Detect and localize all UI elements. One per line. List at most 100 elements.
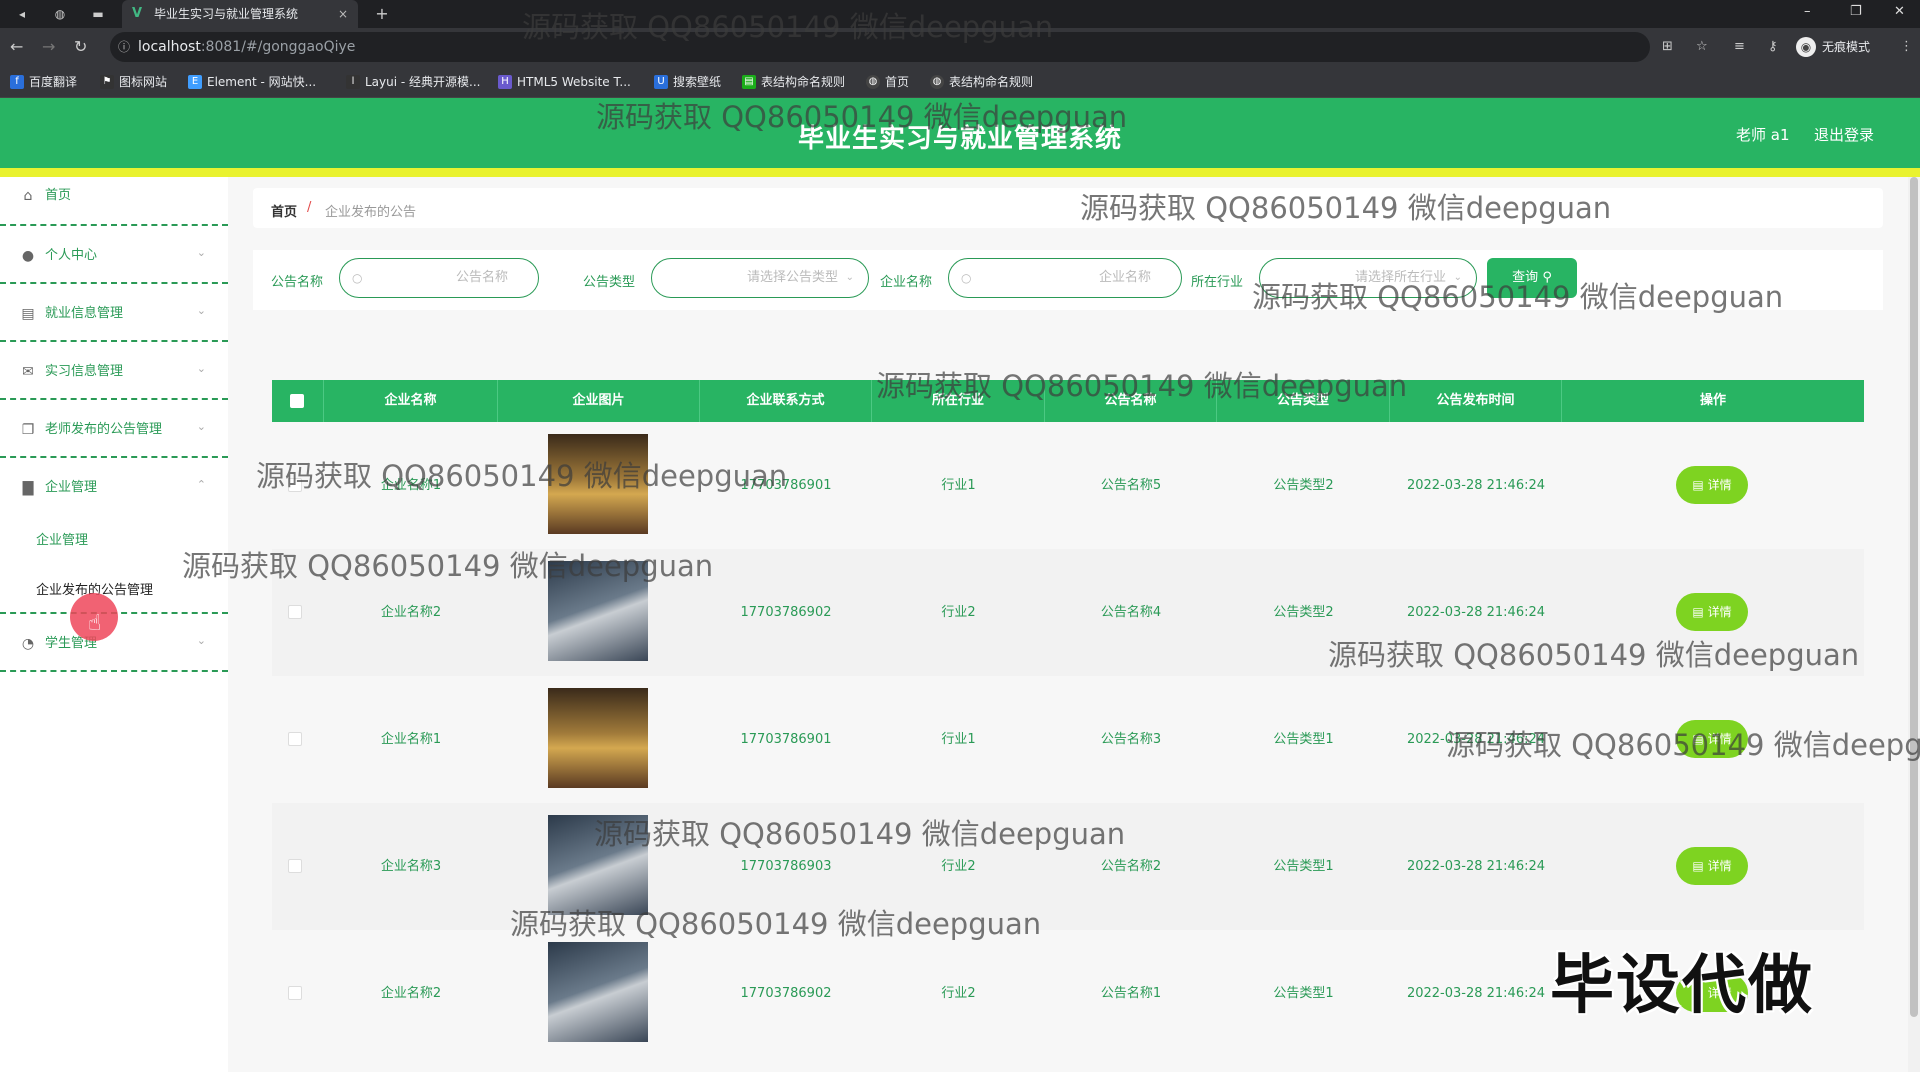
company-image [548, 942, 648, 1042]
detail-button[interactable]: ▤ 详情 [1676, 847, 1748, 885]
breadcrumb: 首页 / 企业发布的公告 [253, 188, 1883, 228]
column-header: 公告名称 [1045, 380, 1217, 422]
phone-cell: 17703786902 [740, 986, 832, 1001]
select-all-checkbox[interactable] [290, 394, 304, 408]
publish-time-cell: 2022-03-28 21:46:24 [1406, 732, 1546, 747]
sidebar-item-home[interactable]: ⌂ 首页 [0, 168, 228, 226]
window-icon[interactable]: ▬ [90, 6, 106, 22]
chevron-down-icon: ⌄ [196, 246, 206, 259]
company-name-cell: 企业名称1 [380, 478, 442, 493]
notice-name-cell: 公告名称1 [1100, 986, 1162, 1001]
layui-icon: l [346, 75, 360, 89]
column-header: 企业联系方式 [700, 380, 872, 422]
company-name-label: 企业名称 [880, 275, 933, 290]
row-checkbox[interactable] [288, 605, 302, 619]
sidebar-item-profile[interactable]: ● 个人中心 ⌄ [0, 226, 228, 284]
translate-icon[interactable]: ⊞ [1662, 38, 1673, 56]
industry-cell: 行业1 [941, 732, 976, 747]
chevron-down-icon: ⌄ [845, 272, 854, 283]
close-window-icon[interactable]: ✕ [1894, 4, 1905, 19]
detail-button[interactable]: ▤ 详情 [1676, 720, 1748, 758]
bookmarks-bar: f 百度翻译 ⚑ 图标网站 E Element - 网站快... l Layui - 经… [0, 66, 1920, 98]
notice-name-cell: 公告名称5 [1100, 478, 1162, 493]
bookmark-item[interactable]: E Element - 网站快... [188, 74, 316, 90]
publish-time-cell: 2022-03-28 21:46:24 [1406, 478, 1546, 493]
user-icon: ● [21, 248, 35, 264]
html5-icon: H [498, 75, 512, 89]
document-icon: ▤ [1692, 732, 1708, 746]
industry-select[interactable]: 请选择所在行业 ⌄ [1259, 258, 1477, 298]
column-header: 操作 [1699, 393, 1726, 408]
query-button[interactable]: 查询 ⚲ [1487, 258, 1577, 298]
reload-icon[interactable]: ↻ [74, 38, 87, 56]
bookmark-item[interactable]: U 搜索壁纸 [654, 74, 721, 90]
restore-icon[interactable]: ❐ [1850, 4, 1862, 19]
url-field[interactable]: ⓘ localhost:8081/#/gonggaoQiye [110, 32, 1650, 62]
header-checkbox-cell [272, 380, 324, 422]
globe-icon[interactable]: ◍ [52, 6, 68, 22]
star-icon[interactable]: ☆ [1696, 38, 1708, 56]
notice-type-select[interactable]: 请选择公告类型 ⌄ [651, 258, 869, 298]
row-checkbox[interactable] [288, 859, 302, 873]
url-path: :8081/#/gonggaoQiye [200, 39, 356, 55]
column-header: 公告类型 [1217, 380, 1390, 422]
notice-name-input[interactable]: ○ 公告名称 [339, 258, 539, 298]
column-header: 企业图片 [498, 380, 700, 422]
logout-link[interactable]: 退出登录 [1814, 124, 1874, 145]
bookmark-item[interactable]: ◍ 首页 [866, 74, 909, 90]
clipboard-icon: ▤ [21, 306, 35, 322]
sidebar-item-teacher-notices[interactable]: ❐ 老师发布的公告管理 ⌄ [0, 400, 228, 458]
current-user: 老师 a1 [1736, 126, 1790, 144]
notice-type-label: 公告类型 [583, 275, 636, 290]
incognito-profile[interactable]: ◉ 无痕模式 [1796, 36, 1870, 58]
sidebar-item-employment[interactable]: ▤ 就业信息管理 ⌄ [0, 284, 228, 342]
row-checkbox[interactable] [288, 732, 302, 746]
breadcrumb-current: 企业发布的公告 [325, 205, 417, 220]
new-tab-icon[interactable]: + [374, 6, 390, 22]
company-name-cell: 企业名称2 [380, 605, 442, 620]
key-icon[interactable]: ⚷ [1768, 38, 1778, 56]
publish-time-cell: 2022-03-28 21:46:24 [1406, 986, 1546, 1001]
sidebar-item-internship[interactable]: ✉ 实习信息管理 ⌄ [0, 342, 228, 400]
detail-button[interactable]: ▤ 详情 [1676, 466, 1748, 504]
browser-tab[interactable]: V 毕业生实习与就业管理系统 × [122, 0, 358, 28]
reading-list-icon[interactable]: ≡ [1734, 38, 1745, 56]
submenu-company-manage[interactable]: 企业管理 [36, 529, 88, 548]
search-icon: ○ [961, 271, 972, 285]
row-checkbox[interactable] [288, 986, 302, 1000]
big-watermark: 毕设代做 [1550, 949, 1814, 1023]
search-form: 公告名称 ○ 公告名称 公告类型 请选择公告类型 ⌄ 企业名称 ○ 企业名称 所… [253, 250, 1883, 310]
company-name-cell: 企业名称3 [380, 859, 442, 874]
bookmark-item[interactable]: ◍ 表结构命名规则 [930, 74, 1033, 90]
address-bar-row: ← → ↻ ⓘ localhost:8081/#/gonggaoQiye ⊞ ☆… [0, 28, 1920, 66]
incognito-icon: ◉ [1796, 37, 1816, 57]
minimize-icon[interactable]: – [1804, 4, 1811, 19]
detail-button[interactable]: ▤ 详情 [1676, 593, 1748, 631]
publish-time-cell: 2022-03-28 21:46:24 [1406, 605, 1546, 620]
company-name-input[interactable]: ○ 企业名称 [948, 258, 1182, 298]
forward-icon[interactable]: → [42, 38, 55, 56]
notice-type-cell: 公告类型2 [1273, 478, 1334, 493]
document-icon: ▤ [1692, 605, 1708, 619]
bookmark-item[interactable]: f 百度翻译 [10, 74, 77, 90]
header-accent-band [0, 168, 1920, 177]
bookmark-item[interactable]: ⚑ 图标网站 [100, 74, 167, 90]
row-checkbox[interactable] [288, 478, 302, 492]
tab-close-icon[interactable]: × [338, 0, 348, 28]
bookmark-item[interactable]: l Layui - 经典开源模... [346, 74, 480, 90]
site-info-icon[interactable]: ⓘ [118, 32, 130, 62]
bookmark-item[interactable]: H HTML5 Website T... [498, 74, 631, 90]
bookmark-item[interactable]: ▤ 表结构命名规则 [742, 74, 845, 90]
scrollbar-thumb[interactable] [1910, 177, 1918, 1017]
wallpaper-icon: U [654, 75, 668, 89]
notice-type-cell: 公告类型1 [1273, 859, 1334, 874]
back-icon[interactable]: ← [10, 38, 23, 56]
breadcrumb-home[interactable]: 首页 [271, 201, 297, 220]
industry-cell: 行业2 [941, 986, 976, 1001]
briefcase-icon: ▇ [22, 480, 34, 496]
notice-type-cell: 公告类型1 [1273, 732, 1334, 747]
browser-tab-strip: ◂ ◍ ▬ V 毕业生实习与就业管理系统 × + – ❐ ✕ [0, 0, 1920, 28]
speaker-icon[interactable]: ◂ [14, 6, 30, 22]
page-scrollbar[interactable] [1908, 177, 1920, 1072]
menu-dots-icon[interactable]: ⋮ [1900, 38, 1913, 56]
